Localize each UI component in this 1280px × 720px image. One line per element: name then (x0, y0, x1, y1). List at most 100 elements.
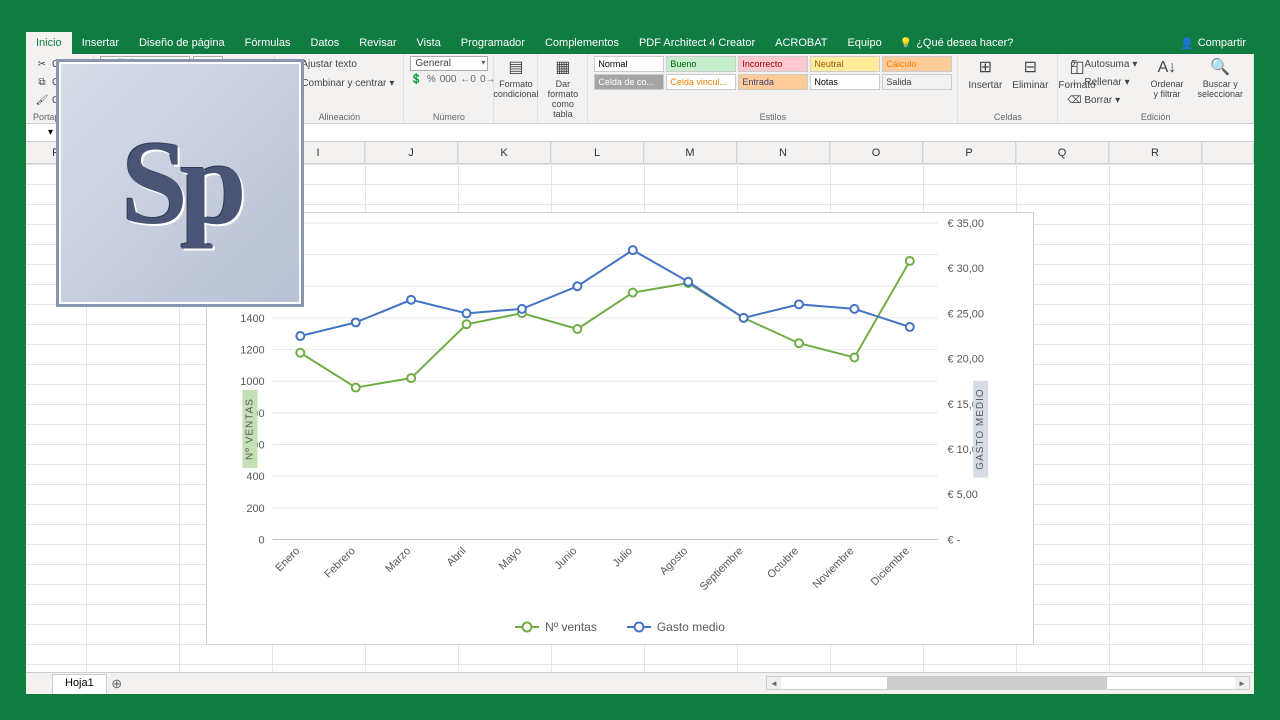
share-button[interactable]: Compartir (1198, 37, 1246, 49)
style-notas[interactable]: Notas (810, 74, 880, 90)
scroll-thumb[interactable] (887, 677, 1107, 689)
svg-text:Mayo: Mayo (497, 545, 524, 572)
svg-text:€ 25,00: € 25,00 (947, 308, 984, 320)
thousands-button[interactable]: 000 (440, 74, 457, 85)
percent-button[interactable]: % (427, 74, 436, 85)
svg-text:1400: 1400 (240, 313, 264, 325)
legend-item-gasto: Gasto medio (627, 620, 725, 634)
style-celda-de-co-[interactable]: Celda de co... (594, 74, 664, 90)
format-table-button[interactable]: ▦ Dar formato como tabla (544, 56, 581, 122)
svg-text:€ 20,00: € 20,00 (947, 354, 984, 366)
copy-icon: ⧉ (35, 75, 49, 89)
svg-text:1000: 1000 (240, 376, 264, 388)
y-right-axis-title: GASTO MEDIO (973, 380, 988, 477)
sp-logo-text: Sp (121, 114, 238, 252)
ribbon-tabs: InicioInsertarDiseño de páginaFórmulasDa… (26, 32, 1254, 54)
sheet-tab-hoja1[interactable]: Hoja1 (52, 674, 107, 694)
style-c-lculo[interactable]: Cálculo (882, 56, 952, 72)
increase-decimal-button[interactable]: ←0 (460, 74, 476, 85)
clear-button[interactable]: ⌫Borrar ▾ (1064, 92, 1140, 108)
group-styles: NormalBuenoIncorrectoNeutralCálculo Celda… (588, 54, 958, 123)
style-neutral[interactable]: Neutral (810, 56, 880, 72)
tell-me-box[interactable]: 💡 ¿Qué desea hacer? (900, 32, 1014, 54)
cond-format-icon: ▤ (506, 58, 526, 78)
svg-text:Abril: Abril (445, 545, 469, 569)
svg-text:Noviembre: Noviembre (811, 545, 857, 591)
svg-text:€ 5,00: € 5,00 (947, 489, 977, 501)
add-sheet-button[interactable]: ⊕ (107, 673, 127, 694)
svg-text:€ 30,00: € 30,00 (947, 263, 984, 275)
fill-down-icon: ↓ (1067, 75, 1081, 89)
sigma-icon: Σ (1067, 57, 1081, 71)
number-label: Número (410, 112, 487, 123)
styles-label: Estilos (594, 112, 951, 123)
fill-button[interactable]: ↓Rellenar ▾ (1064, 74, 1140, 90)
ribbon-tab-f-rmulas[interactable]: Fórmulas (235, 32, 301, 54)
sheet-tab-bar: Hoja1 ⊕ ◄ ► (26, 672, 1254, 694)
chart-canvas: 0200400600800100012001400160018002000€ -… (207, 213, 1033, 644)
brush-icon: 🖌 (35, 93, 49, 107)
svg-text:Diciembre: Diciembre (869, 545, 912, 588)
ribbon-tab-equipo[interactable]: Equipo (837, 32, 891, 54)
lightbulb-icon: 💡 (900, 38, 912, 49)
delete-cells-button[interactable]: ⊟Eliminar (1008, 56, 1052, 93)
horizontal-scrollbar[interactable]: ◄ ► (766, 676, 1250, 690)
style-entrada[interactable]: Entrada (738, 74, 808, 90)
currency-button[interactable]: 💲 (410, 74, 422, 85)
cell-styles-gallery[interactable]: NormalBuenoIncorrectoNeutralCálculo Celda… (594, 56, 952, 90)
ribbon-tab-vista[interactable]: Vista (407, 32, 451, 54)
chart-object[interactable]: Nº VENTAS GASTO MEDIO 020040060080010001… (206, 212, 1034, 645)
scroll-right-arrow[interactable]: ► (1235, 677, 1249, 689)
svg-text:Enero: Enero (273, 545, 302, 574)
ribbon-right: 👤 Compartir (1180, 32, 1254, 54)
insert-icon: ⊞ (975, 58, 995, 78)
chart-legend: Nº ventas Gasto medio (207, 620, 1033, 634)
style-salida[interactable]: Salida (882, 74, 952, 90)
style-bueno[interactable]: Bueno (666, 56, 736, 72)
sort-filter-button[interactable]: A↓Ordenar y filtrar (1146, 56, 1187, 102)
scissors-icon: ✂ (35, 57, 49, 71)
svg-text:Septiembre: Septiembre (698, 545, 746, 593)
sort-icon: A↓ (1157, 58, 1177, 78)
ribbon-tab-programador[interactable]: Programador (451, 32, 535, 54)
style-normal[interactable]: Normal (594, 56, 664, 72)
svg-text:€ 35,00: € 35,00 (947, 218, 984, 230)
svg-text:Octubre: Octubre (765, 545, 801, 581)
svg-text:Julio: Julio (611, 545, 635, 569)
legend-item-ventas: Nº ventas (515, 620, 597, 634)
group-editing: ΣAutosuma ▾ ↓Rellenar ▾ ⌫Borrar ▾ A↓Orde… (1058, 54, 1254, 123)
insert-cells-button[interactable]: ⊞Insertar (964, 56, 1006, 93)
conditional-format-button[interactable]: ▤ Formato condicional (500, 56, 531, 102)
editing-label: Edición (1064, 112, 1247, 123)
share-icon: 👤 (1180, 37, 1194, 50)
ribbon-tab-dise-o-de-p-gina[interactable]: Diseño de página (129, 32, 235, 54)
find-select-button[interactable]: 🔍Buscar y seleccionar (1193, 56, 1247, 102)
ribbon-tab-acrobat[interactable]: ACROBAT (765, 32, 837, 54)
sp-watermark-overlay: Sp (56, 59, 304, 307)
style-incorrecto[interactable]: Incorrecto (738, 56, 808, 72)
svg-text:Febrero: Febrero (322, 545, 358, 581)
ribbon-tab-datos[interactable]: Datos (300, 32, 349, 54)
excel-window: InicioInsertarDiseño de páginaFórmulasDa… (26, 32, 1254, 694)
autosum-button[interactable]: ΣAutosuma ▾ (1064, 56, 1140, 72)
ribbon-tab-complementos[interactable]: Complementos (535, 32, 629, 54)
ribbon-tab-insertar[interactable]: Insertar (72, 32, 129, 54)
style-celda-vincul-[interactable]: Celda vincul... (666, 74, 736, 90)
eraser-icon: ⌫ (1067, 93, 1081, 107)
group-format-table: ▦ Dar formato como tabla (538, 54, 588, 123)
tell-me-text: ¿Qué desea hacer? (916, 37, 1013, 49)
y-left-axis-title: Nº VENTAS (242, 390, 257, 468)
ribbon-tab-pdf-architect-4-creator[interactable]: PDF Architect 4 Creator (629, 32, 765, 54)
svg-text:Marzo: Marzo (383, 545, 413, 575)
legend-swatch-blue (627, 626, 651, 628)
group-number: General 💲 % 000 ←0 0→ Número (404, 54, 494, 123)
group-cells: ⊞Insertar ⊟Eliminar ◫Formato Celdas (958, 54, 1058, 123)
svg-text:Agosto: Agosto (658, 545, 691, 578)
search-icon: 🔍 (1210, 58, 1230, 78)
ribbon-tab-revisar[interactable]: Revisar (349, 32, 406, 54)
cells-label: Celdas (964, 112, 1051, 123)
ribbon-tab-inicio[interactable]: Inicio (26, 32, 72, 54)
number-format-combo[interactable]: General (410, 56, 488, 71)
svg-text:400: 400 (246, 471, 264, 483)
scroll-left-arrow[interactable]: ◄ (767, 677, 781, 689)
